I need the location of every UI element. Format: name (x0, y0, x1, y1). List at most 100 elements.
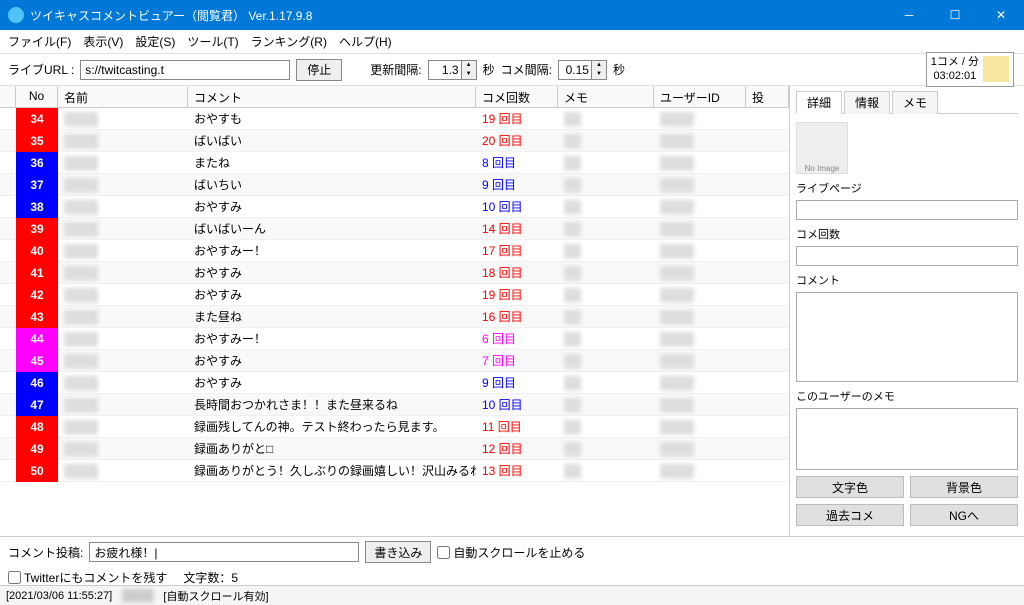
cell-no: 44 (16, 328, 58, 350)
menu-settings[interactable]: 設定(S) (135, 33, 175, 50)
cell-comment: 録画ありがと□ (188, 440, 476, 457)
post-input[interactable] (89, 542, 359, 562)
cell-no: 48 (16, 416, 58, 438)
count-label: コメ回数 (796, 226, 1018, 242)
usermemo-field[interactable] (796, 408, 1018, 470)
cell-comment: 録画残してんの神。テスト終わったら見ます。 (188, 418, 476, 435)
table-row[interactable]: 36████またね8 回目██████ (0, 152, 789, 174)
col-count[interactable]: コメ回数 (476, 86, 558, 107)
table-row[interactable]: 47████長時間おつかれさま！！また昼来るね10 回目██████ (0, 394, 789, 416)
col-uid[interactable]: ユーザーID (654, 86, 746, 107)
table-row[interactable]: 38████おやすみ10 回目██████ (0, 196, 789, 218)
cell-count: 14 回目 (476, 220, 558, 237)
stop-button[interactable]: 停止 (296, 59, 342, 81)
table-row[interactable]: 44████おやすみー！6 回目██████ (0, 328, 789, 350)
cell-comment: 録画ありがとう！久しぶりの録画嬉しい！沢山みるねー😊 (188, 462, 476, 479)
cell-comment: またね (188, 154, 476, 171)
cell-count: 13 回目 (476, 462, 558, 479)
textcolor-button[interactable]: 文字色 (796, 476, 904, 498)
comment-field[interactable] (796, 292, 1018, 382)
cell-uid: ████ (654, 354, 746, 368)
cell-comment: おやすみ (188, 374, 476, 391)
cell-count: 7 回目 (476, 352, 558, 369)
table-row[interactable]: 41████おやすみ18 回目██████ (0, 262, 789, 284)
col-memo[interactable]: メモ (558, 86, 654, 107)
cell-count: 6 回目 (476, 330, 558, 347)
cell-uid: ████ (654, 134, 746, 148)
pastcomment-button[interactable]: 過去コメ (796, 504, 904, 526)
col-last[interactable]: 投 (746, 86, 789, 107)
cell-name: ████ (58, 398, 188, 412)
close-button[interactable]: ✕ (978, 0, 1024, 30)
livepage-field[interactable] (796, 200, 1018, 220)
table-row[interactable]: 46████おやすみ9 回目██████ (0, 372, 789, 394)
cell-count: 18 回目 (476, 264, 558, 281)
table-row[interactable]: 48████録画残してんの神。テスト終わったら見ます。11 回目██████ (0, 416, 789, 438)
table-row[interactable]: 37████ばいちい9 回目██████ (0, 174, 789, 196)
minimize-button[interactable]: ─ (886, 0, 932, 30)
table-row[interactable]: 50████録画ありがとう！久しぶりの録画嬉しい！沢山みるねー😊13 回目███… (0, 460, 789, 482)
grid-header: No 名前 コメント コメ回数 メモ ユーザーID 投 (0, 86, 789, 108)
grid-body[interactable]: 34████おやすも19 回目██████35████ばいばい20 回目████… (0, 108, 789, 536)
cell-uid: ████ (654, 266, 746, 280)
cell-uid: ████ (654, 420, 746, 434)
menu-view[interactable]: 表示(V) (83, 33, 123, 50)
col-comment[interactable]: コメント (188, 86, 476, 107)
cell-name: ████ (58, 244, 188, 258)
cell-memo: ██ (558, 288, 654, 302)
table-row[interactable]: 40████おやすみー！17 回目██████ (0, 240, 789, 262)
cell-no: 43 (16, 306, 58, 328)
table-row[interactable]: 49████録画ありがと□12 回目██████ (0, 438, 789, 460)
tab-detail[interactable]: 詳細 (796, 91, 842, 114)
tab-memo[interactable]: メモ (892, 91, 938, 114)
cell-no: 37 (16, 174, 58, 196)
table-row[interactable]: 43████また昼ね16 回目██████ (0, 306, 789, 328)
cell-name: ████ (58, 156, 188, 170)
cell-no: 40 (16, 240, 58, 262)
cell-no: 34 (16, 108, 58, 130)
cell-no: 41 (16, 262, 58, 284)
cell-comment: 長時間おつかれさま！！また昼来るね (188, 396, 476, 413)
maximize-button[interactable]: ☐ (932, 0, 978, 30)
bgcolor-button[interactable]: 背景色 (910, 476, 1018, 498)
comment-interval-label: コメ間隔: (501, 61, 552, 78)
count-field[interactable] (796, 246, 1018, 266)
menu-help[interactable]: ヘルプ(H) (339, 33, 392, 50)
cell-comment: おやすみ (188, 198, 476, 215)
cell-memo: ██ (558, 310, 654, 324)
post-button[interactable]: 書き込み (365, 541, 431, 563)
ng-button[interactable]: NGへ (910, 504, 1018, 526)
cell-no: 49 (16, 438, 58, 460)
menu-ranking[interactable]: ランキング(R) (251, 33, 327, 50)
menu-tools[interactable]: ツール(T) (187, 33, 238, 50)
stopscroll-checkbox[interactable] (437, 546, 450, 559)
table-row[interactable]: 34████おやすも19 回目██████ (0, 108, 789, 130)
update-interval-spinner[interactable]: ▲▼ (428, 60, 477, 80)
comment-interval-spinner[interactable]: ▲▼ (558, 60, 607, 80)
cell-uid: ████ (654, 112, 746, 126)
cell-comment: また昼ね (188, 308, 476, 325)
titlebar: ツイキャスコメントビュアー（閲覧君） Ver.1.17.9.8 ─ ☐ ✕ (0, 0, 1024, 30)
cell-name: ████ (58, 112, 188, 126)
url-input[interactable] (80, 60, 290, 80)
cell-uid: ████ (654, 464, 746, 478)
cell-memo: ██ (558, 376, 654, 390)
table-row[interactable]: 42████おやすみ19 回目██████ (0, 284, 789, 306)
twitter-checkbox[interactable] (8, 571, 21, 584)
cell-memo: ██ (558, 266, 654, 280)
cell-no: 36 (16, 152, 58, 174)
cell-name: ████ (58, 178, 188, 192)
cell-count: 12 回目 (476, 440, 558, 457)
cell-memo: ██ (558, 222, 654, 236)
avatar: No Image (796, 122, 848, 174)
table-row[interactable]: 35████ばいばい20 回目██████ (0, 130, 789, 152)
tab-info[interactable]: 情報 (844, 91, 890, 114)
cell-name: ████ (58, 222, 188, 236)
menubar: ファイル(F) 表示(V) 設定(S) ツール(T) ランキング(R) ヘルプ(… (0, 30, 1024, 54)
menu-file[interactable]: ファイル(F) (8, 33, 71, 50)
col-no[interactable]: No (16, 86, 58, 107)
app-icon (8, 7, 24, 23)
table-row[interactable]: 39████ばいばいーん14 回目██████ (0, 218, 789, 240)
table-row[interactable]: 45████おやすみ7 回目██████ (0, 350, 789, 372)
col-name[interactable]: 名前 (58, 86, 188, 107)
